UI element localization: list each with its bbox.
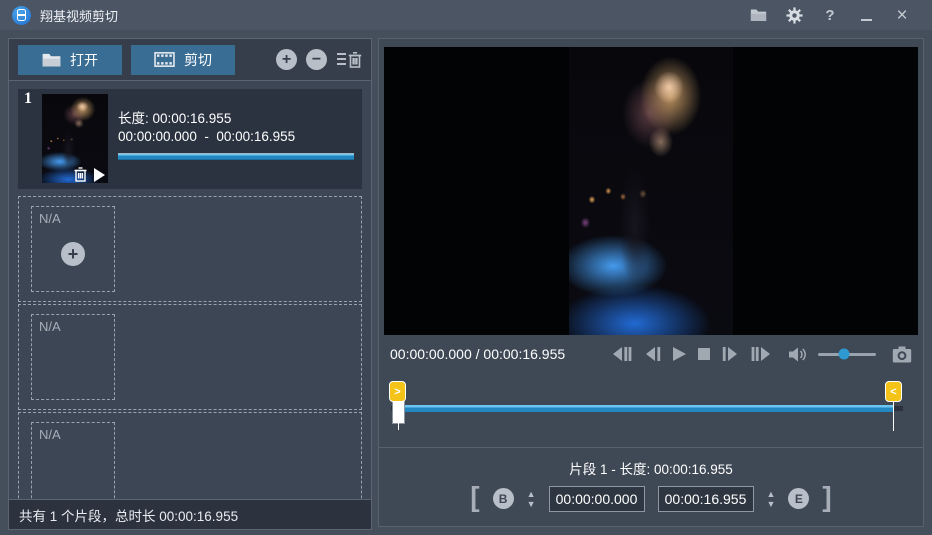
empty-slot-label: N/A: [39, 211, 61, 226]
end-step-up-icon[interactable]: ▲: [767, 490, 776, 498]
playback-controls: 00:00:00.000 / 00:00:16.955: [379, 335, 923, 373]
open-button[interactable]: 打开: [18, 45, 122, 75]
app-window: 翔基视频剪切 ? ×: [0, 0, 932, 535]
clip-thumbnail: [42, 94, 108, 183]
volume-icon[interactable]: [788, 347, 806, 362]
delete-clip-icon[interactable]: [74, 167, 87, 182]
snapshot-icon[interactable]: [892, 346, 912, 363]
video-preview-area: [384, 47, 918, 335]
player-panel: 00:00:00.000 / 00:00:16.955: [378, 38, 924, 527]
stop-icon[interactable]: [698, 348, 710, 360]
settings-gear-icon[interactable]: [776, 1, 812, 29]
video-frame: [569, 47, 733, 335]
status-text: 共有 1 个片段，总时长 00:00:16.955: [19, 505, 238, 525]
close-icon[interactable]: ×: [884, 1, 920, 29]
clip-toolbar: 打开 剪切 + −: [9, 39, 371, 81]
cut-button-label: 剪切: [184, 50, 212, 70]
add-clip-icon[interactable]: +: [276, 49, 297, 70]
clip-item[interactable]: 1 长度: 00:00:16.955: [18, 89, 362, 189]
open-file-icon[interactable]: [740, 1, 776, 29]
empty-slot-row: N/A: [18, 304, 362, 410]
close-bracket: ]: [822, 484, 831, 513]
open-bracket: [: [470, 484, 479, 513]
segment-panel: 片段 1 - 长度: 00:00:16.955 [ B ▲ ▼ ▲ ▼ E ]: [379, 447, 923, 526]
end-step-down-icon[interactable]: ▼: [767, 500, 776, 508]
start-time-field[interactable]: [549, 486, 645, 512]
cut-button[interactable]: 剪切: [131, 45, 235, 75]
empty-slot-label: N/A: [39, 427, 61, 442]
play-icon[interactable]: [673, 347, 686, 361]
clip-list-panel: 打开 剪切 + −: [8, 38, 372, 530]
clip-list: 1 长度: 00:00:16.955: [9, 81, 371, 499]
help-icon[interactable]: ?: [812, 1, 848, 29]
add-segment-icon[interactable]: +: [61, 242, 85, 266]
empty-slot-label: N/A: [39, 319, 61, 334]
timeline[interactable]: > <: [379, 373, 923, 447]
next-frame-icon[interactable]: [722, 347, 739, 361]
end-marker[interactable]: <: [885, 381, 902, 402]
end-time-stepper[interactable]: ▲ ▼: [767, 490, 776, 508]
play-clip-icon[interactable]: [94, 168, 105, 182]
start-time-stepper[interactable]: ▲ ▼: [527, 490, 536, 508]
window-title: 翔基视频剪切: [40, 6, 118, 25]
empty-slot: N/A +: [31, 206, 115, 292]
start-marker[interactable]: >: [389, 381, 406, 402]
end-time-field[interactable]: [658, 486, 754, 512]
set-end-button[interactable]: E: [788, 488, 809, 509]
volume-slider[interactable]: [818, 353, 876, 356]
volume-slider-thumb[interactable]: [839, 349, 850, 360]
remove-clip-icon[interactable]: −: [306, 49, 327, 70]
segment-title: 片段 1 - 长度: 00:00:16.955: [569, 458, 733, 478]
prev-frame-icon[interactable]: [644, 347, 661, 361]
set-begin-button[interactable]: B: [493, 488, 514, 509]
empty-slot-row: N/A: [18, 412, 362, 499]
clear-list-icon[interactable]: [336, 50, 362, 69]
start-step-up-icon[interactable]: ▲: [527, 490, 536, 498]
empty-slot-row: N/A +: [18, 196, 362, 302]
jump-start-icon[interactable]: [611, 347, 632, 361]
empty-slot: N/A: [31, 422, 115, 499]
jump-end-icon[interactable]: [751, 347, 772, 361]
end-marker-line: [893, 402, 894, 431]
clip-length-label: 长度: 00:00:16.955: [118, 110, 354, 128]
open-button-label: 打开: [70, 50, 98, 70]
status-bar: 共有 1 个片段，总时长 00:00:16.955: [9, 499, 371, 529]
start-step-down-icon[interactable]: ▼: [527, 500, 536, 508]
clip-progress-bar: [118, 153, 354, 160]
clip-index: 1: [24, 90, 32, 108]
minimize-icon[interactable]: [848, 1, 884, 29]
playback-time: 00:00:00.000 / 00:00:16.955: [390, 346, 565, 362]
empty-slot: N/A: [31, 314, 115, 400]
titlebar: 翔基视频剪切 ? ×: [0, 0, 932, 30]
clip-range-label: 00:00:00.000 - 00:00:16.955: [118, 128, 354, 146]
app-logo-icon: [12, 6, 31, 25]
timeline-selection[interactable]: [400, 405, 893, 412]
